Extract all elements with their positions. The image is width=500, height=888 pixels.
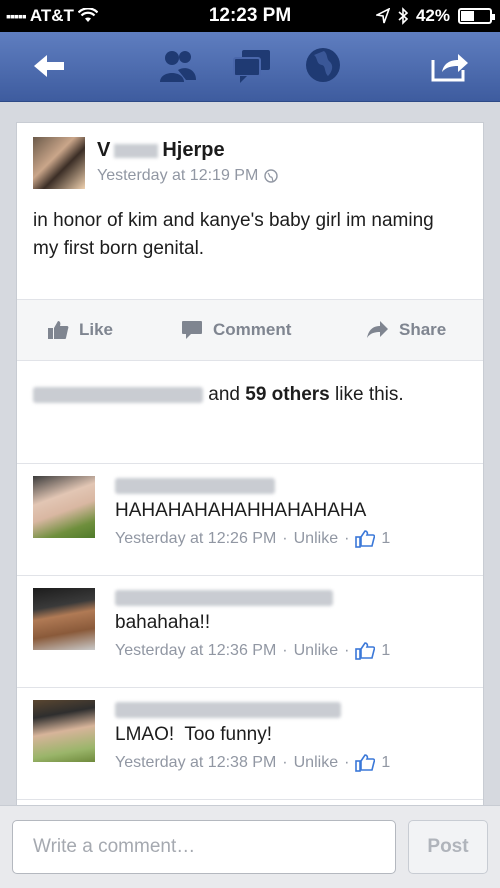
comment-meta: Yesterday at 12:36 PM · Unlike · 1 (115, 642, 390, 660)
back-arrow-icon[interactable] (32, 52, 66, 80)
blurred-name-segment (114, 143, 159, 158)
battery-icon (458, 8, 495, 24)
likes-summary[interactable]: and 59 others like this. (33, 381, 463, 408)
blurred-liker-name (33, 386, 203, 403)
post-timestamp-text: Yesterday at 12:19 PM (97, 167, 259, 184)
share-label: Share (399, 320, 447, 339)
commenter-avatar[interactable] (33, 700, 95, 762)
post-timestamp: Yesterday at 12:19 PM (97, 167, 278, 185)
meta-separator: · (344, 530, 350, 547)
friends-icon[interactable] (158, 48, 198, 84)
meta-separator: · (282, 530, 288, 547)
comment-text: HAHAHAHAHAHHAHAHAHA (115, 500, 367, 521)
comment-like-thumb-icon (355, 754, 376, 772)
comment-like-thumb-icon (355, 530, 376, 548)
comment-time: Yesterday at 12:36 PM (115, 642, 277, 659)
comment-composer: Post (0, 805, 500, 888)
blurred-commenter-name (115, 478, 275, 494)
comment-like-count: 1 (381, 642, 391, 659)
comment-text: bahahaha!! (115, 612, 211, 633)
author-avatar[interactable] (33, 137, 85, 189)
comment-time: Yesterday at 12:26 PM (115, 530, 277, 547)
post-card: V Hjerpe Yesterday at 12:19 PM in honor o… (16, 122, 484, 812)
comment-meta: Yesterday at 12:38 PM · Unlike · 1 (115, 754, 390, 772)
battery-percent: 42% (415, 6, 450, 25)
comment-item: HAHAHAHAHAHHAHAHAHA Yesterday at 12:26 P… (17, 463, 483, 575)
status-bar: ▪▪▪▪▪ AT&T 12:23 PM 42% (0, 0, 500, 32)
unlike-link[interactable]: Unlike (294, 642, 338, 660)
comment-bubble-icon (182, 321, 202, 339)
comment-label: Comment (213, 320, 292, 339)
post-button[interactable]: Post (408, 820, 488, 874)
comment-like-count: 1 (381, 754, 391, 771)
blurred-commenter-name (115, 590, 333, 606)
comment-item: LMAO! Too funny! Yesterday at 12:38 PM ·… (17, 687, 483, 799)
comment-meta: Yesterday at 12:26 PM · Unlike · 1 (115, 530, 390, 548)
comment-time: Yesterday at 12:38 PM (115, 754, 277, 771)
comment-input[interactable] (12, 820, 396, 874)
bluetooth-icon (398, 7, 408, 25)
like-label: Like (79, 320, 114, 339)
author-last-name: Hjerpe (162, 139, 225, 161)
share-icon[interactable] (430, 50, 470, 82)
nav-bar (0, 32, 500, 102)
likes-suffix: like this. (335, 384, 404, 405)
globe-icon[interactable] (304, 46, 342, 84)
comment-like-thumb-icon (355, 642, 376, 660)
unlike-link[interactable]: Unlike (294, 754, 338, 772)
author-first-initial: V (97, 139, 111, 161)
meta-separator: · (344, 754, 350, 771)
public-globe-icon (264, 169, 278, 183)
share-button[interactable]: Share (365, 320, 446, 340)
messages-icon[interactable] (232, 48, 272, 84)
comment-text: LMAO! Too funny! (115, 724, 273, 745)
meta-separator: · (282, 754, 288, 771)
meta-separator: · (344, 642, 350, 659)
thumbs-up-icon (48, 321, 69, 339)
blurred-commenter-name (115, 702, 341, 718)
likes-and: and (208, 384, 240, 405)
commenter-avatar[interactable] (33, 476, 95, 538)
like-button[interactable]: Like (47, 320, 113, 340)
author-name[interactable]: V Hjerpe (97, 139, 225, 162)
location-arrow-icon (375, 8, 390, 24)
share-arrow-icon (367, 321, 388, 338)
likes-count: 59 others (245, 384, 330, 405)
meta-separator: · (282, 642, 288, 659)
comment-button[interactable]: Comment (181, 320, 291, 340)
commenter-avatar[interactable] (33, 588, 95, 650)
comment-like-count: 1 (381, 530, 391, 547)
comment-item: bahahaha!! Yesterday at 12:36 PM · Unlik… (17, 575, 483, 687)
unlike-link[interactable]: Unlike (294, 530, 338, 548)
action-bar: Like Comment Share (17, 299, 483, 361)
post-text: in honor of kim and kanye's baby girl im… (33, 210, 434, 259)
